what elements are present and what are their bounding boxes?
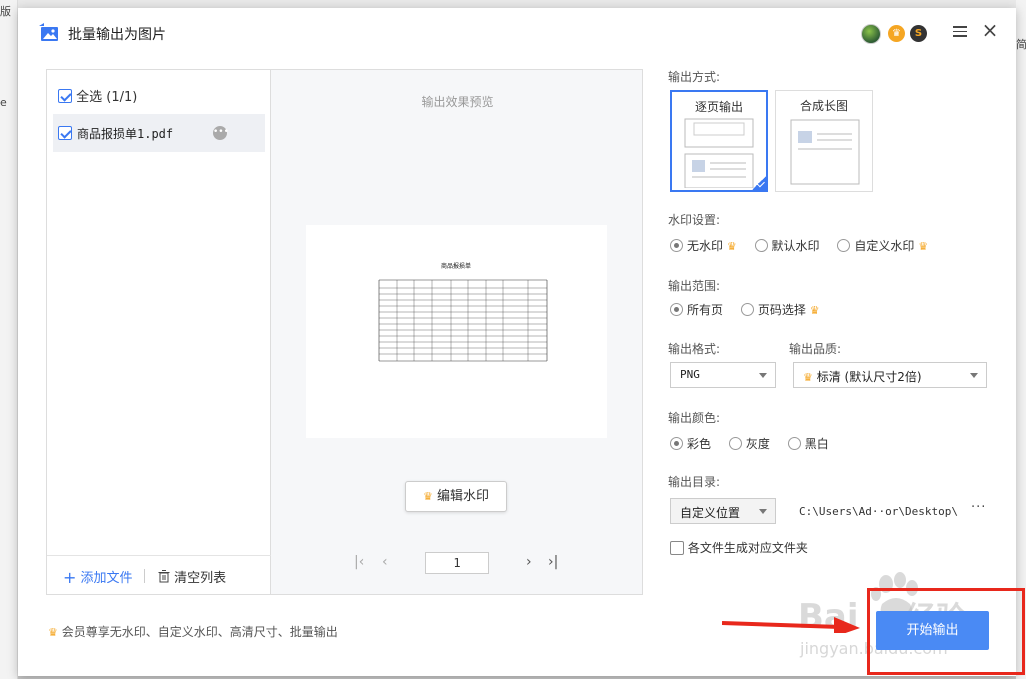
first-page-icon[interactable]: |‹ (354, 554, 364, 570)
avatar[interactable] (861, 24, 881, 44)
dialog-title-bar: 批量输出为图片 ♛ S × (18, 8, 1016, 58)
vip-crown-icon: ♛ (803, 371, 813, 384)
file-list-actions: + 添加文件 清空列表 (47, 555, 271, 594)
format-select[interactable]: PNG (670, 362, 776, 388)
edit-watermark-button[interactable]: ♛ 编辑水印 (405, 481, 507, 512)
color-options: 彩色 灰度 黑白 (670, 435, 843, 452)
long-image-icon (790, 119, 860, 185)
color-gray-radio[interactable]: 灰度 (728, 435, 770, 452)
add-file-button[interactable]: + 添加文件 (63, 567, 133, 587)
vip-crown-icon: ♛ (726, 240, 737, 253)
watermark-options: 无水印 ♛ 默认水印 自定义水印 ♛ (670, 237, 942, 254)
coin-icon[interactable]: S (910, 25, 927, 42)
page-by-page-icon (684, 118, 754, 188)
edit-watermark-label: 编辑水印 (437, 489, 490, 504)
sub-folder-label: 各文件生成对应文件夹 (687, 541, 808, 555)
range-label: 输出范围: (668, 279, 721, 293)
chevron-down-icon (970, 373, 978, 378)
bg-text-top: 版 (0, 5, 11, 18)
watermark-default-radio[interactable]: 默认水印 (754, 237, 820, 254)
color-label: 输出颜色: (668, 411, 721, 425)
vip-crown-icon: ♛ (809, 304, 820, 317)
close-icon[interactable]: × (980, 20, 1000, 40)
quality-label: 输出品质: (789, 342, 842, 356)
watermark-label: 水印设置: (668, 213, 721, 227)
watermark-custom-radio[interactable]: 自定义水印 ♛ (837, 237, 928, 254)
select-all-checkbox[interactable]: 全选 (1/1) (58, 86, 137, 105)
plus-icon: + (63, 568, 77, 587)
checkbox-icon (670, 540, 684, 555)
more-icon[interactable]: ••• (213, 126, 229, 140)
range-options: 所有页 页码选择 ♛ (670, 301, 834, 318)
file-row[interactable]: 商品报损单1.pdf ••• (53, 114, 265, 152)
dir-select[interactable]: 自定义位置 (670, 498, 776, 524)
mode-label: 逐页输出 (694, 100, 743, 114)
annotation-arrow-icon (722, 617, 860, 633)
output-mode-label: 输出方式: (668, 70, 721, 84)
next-page-icon[interactable]: › (526, 554, 532, 570)
add-file-label: 添加文件 (80, 571, 133, 586)
background-app-right: 简 (1016, 0, 1026, 679)
bg-text-mid: e (0, 96, 7, 109)
chevron-down-icon (759, 509, 767, 514)
doc-title: 商品报损单 (441, 262, 471, 270)
background-app-bar (0, 0, 1026, 8)
page-number-input[interactable] (425, 552, 489, 574)
vip-crown-icon: ♛ (422, 490, 433, 503)
image-export-icon (39, 23, 58, 41)
quality-value: ♛ 标清 (默认尺寸2倍) (803, 370, 922, 384)
vip-note-text: 会员尊享无水印、自定义水印、高清尺寸、批量输出 (61, 625, 338, 639)
format-label: 输出格式: (668, 342, 721, 356)
background-app-sidebar: 版 e (0, 0, 18, 679)
chevron-down-icon (759, 373, 767, 378)
range-all-radio[interactable]: 所有页 (670, 301, 723, 318)
preview-title: 输出效果预览 (421, 95, 494, 109)
select-all-label: 全选 (1/1) (76, 90, 138, 105)
browse-more-button[interactable]: ··· (971, 500, 986, 515)
document-table-preview: 商品报损单 (378, 262, 548, 362)
pagination: |‹ ‹ › ›| (272, 552, 643, 574)
vip-crown-icon[interactable]: ♛ (888, 25, 905, 42)
file-preview-panel: 全选 (1/1) 商品报损单1.pdf ••• + 添加文件 清空列表 输出效果… (46, 69, 643, 595)
quality-select[interactable]: ♛ 标清 (默认尺寸2倍) (793, 362, 987, 388)
page-thumbnail: 商品报损单 (306, 225, 607, 438)
color-color-radio[interactable]: 彩色 (670, 435, 711, 452)
divider (144, 569, 145, 583)
batch-export-dialog: 批量输出为图片 ♛ S × 全选 (1/1) 商品报损单1.pdf ••• + … (18, 8, 1025, 676)
menu-icon[interactable] (953, 24, 967, 38)
trash-icon (158, 570, 170, 583)
dir-select-value: 自定义位置 (680, 506, 741, 520)
vip-crown-icon: ♛ (48, 626, 58, 639)
clear-list-button[interactable]: 清空列表 (158, 567, 226, 586)
mode-page-by-page[interactable]: 逐页输出 (670, 90, 768, 192)
file-checkbox[interactable] (58, 126, 72, 140)
bg-text-right: 简 (1016, 38, 1026, 51)
color-bw-radio[interactable]: 黑白 (787, 435, 829, 452)
output-path: C:\Users\Ad··or\Desktop\ (799, 505, 958, 518)
range-select-radio[interactable]: 页码选择 ♛ (740, 301, 820, 318)
vip-note: ♛ 会员尊享无水印、自定义水印、高清尺寸、批量输出 (48, 623, 338, 640)
vip-crown-icon: ♛ (918, 240, 929, 253)
annotation-highlight-box (867, 588, 1025, 675)
selected-check-icon (750, 174, 768, 192)
checkbox-icon (58, 88, 72, 103)
mode-long-image[interactable]: 合成长图 (775, 90, 873, 192)
watermark-none-radio[interactable]: 无水印 ♛ (670, 237, 737, 254)
preview-area: 输出效果预览 商品报损单 ♛ 编辑水印 |‹ ‹ 1 › ›| (272, 70, 643, 594)
format-value: PNG (680, 368, 700, 381)
mode-label: 合成长图 (799, 99, 848, 113)
file-list: 全选 (1/1) 商品报损单1.pdf ••• + 添加文件 清空列表 (47, 70, 271, 594)
prev-page-icon[interactable]: ‹ (382, 554, 388, 570)
last-page-icon[interactable]: ›| (548, 554, 558, 570)
sub-folder-checkbox[interactable]: 各文件生成对应文件夹 (670, 539, 808, 556)
file-name: 商品报损单1.pdf (77, 127, 174, 141)
clear-list-label: 清空列表 (174, 571, 227, 586)
dir-label: 输出目录: (668, 475, 721, 489)
dialog-title: 批量输出为图片 (68, 27, 166, 43)
